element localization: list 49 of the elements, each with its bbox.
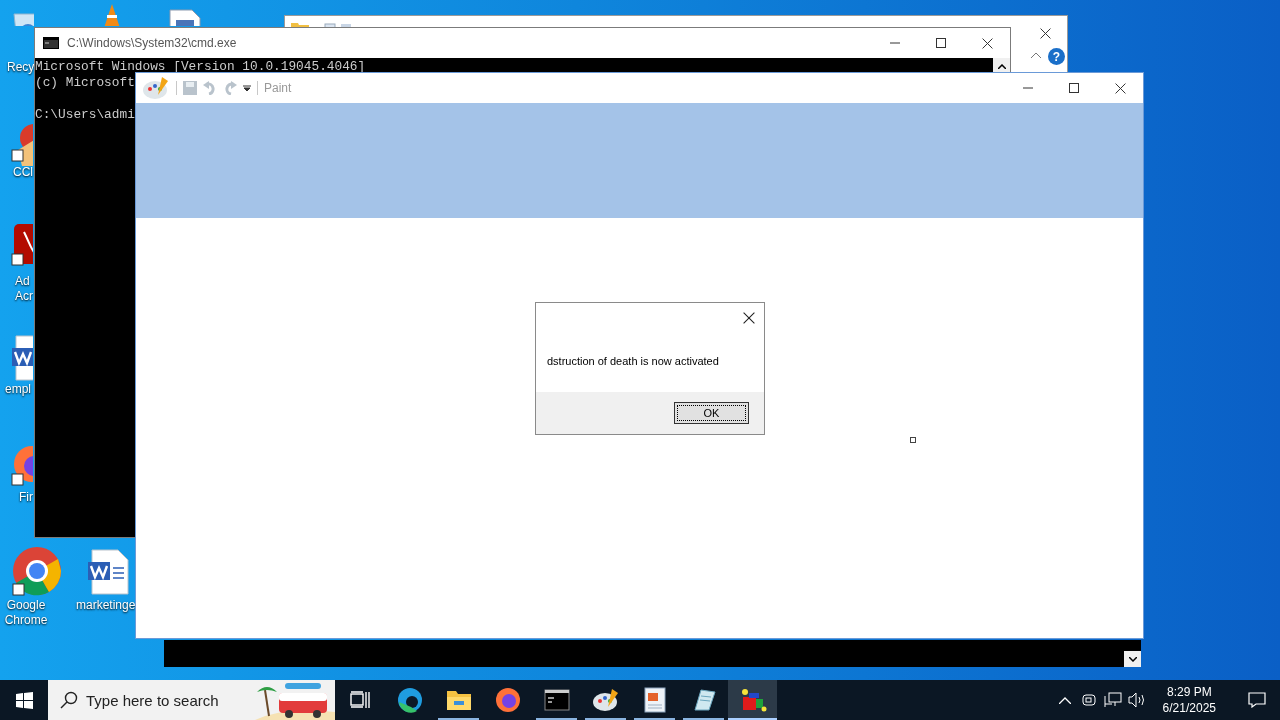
icon-label: CCl bbox=[13, 165, 33, 180]
close-glyph bbox=[1040, 28, 1051, 39]
close-icon bbox=[743, 312, 755, 324]
icon-label: Chrome bbox=[3, 613, 49, 628]
pdf-app-icon[interactable] bbox=[10, 224, 33, 268]
icon-label: marketinge bbox=[76, 598, 136, 613]
icon-label: Ad bbox=[15, 274, 31, 289]
ok-button[interactable]: OK bbox=[674, 402, 749, 424]
icon-label: Google bbox=[5, 598, 47, 613]
console-line: (c) Microsoft bbox=[35, 75, 135, 91]
maximize-icon bbox=[1069, 83, 1079, 93]
help-button[interactable]: ? bbox=[1048, 48, 1065, 65]
close-icon bbox=[1114, 82, 1126, 94]
document-icon bbox=[643, 687, 666, 713]
firefox-icon bbox=[494, 687, 521, 713]
search-icon bbox=[60, 691, 78, 709]
edge-icon bbox=[396, 687, 423, 713]
palette-icon bbox=[591, 687, 620, 713]
icon-label: Fir bbox=[19, 490, 33, 505]
caret-down-icon bbox=[1128, 656, 1137, 662]
resize-handle[interactable] bbox=[910, 437, 916, 443]
palette-icon bbox=[142, 75, 170, 101]
chrome-icon[interactable] bbox=[12, 546, 62, 596]
icon-label: Acr bbox=[15, 289, 33, 304]
window-title: C:\Windows\System32\cmd.exe bbox=[67, 36, 237, 50]
scroll-down-button[interactable] bbox=[1124, 651, 1141, 667]
icon-label: Recy bbox=[7, 60, 35, 75]
dropdown-icon[interactable] bbox=[243, 84, 251, 92]
window-title: Paint bbox=[264, 81, 292, 95]
clock[interactable]: 8:29 PM 6/21/2025 bbox=[1154, 684, 1224, 716]
dialog-message: dstruction of death is now activated bbox=[547, 355, 719, 367]
word-document-icon[interactable] bbox=[10, 334, 33, 382]
icon-label: empl bbox=[5, 382, 31, 397]
notification-icon bbox=[1248, 692, 1266, 708]
console-icon bbox=[43, 37, 59, 49]
windows-logo-icon bbox=[15, 691, 33, 709]
console-line: C:\Users\admi bbox=[35, 107, 135, 123]
caret-up-icon bbox=[997, 63, 1006, 69]
word-document-icon[interactable] bbox=[86, 548, 130, 596]
task-view-icon bbox=[350, 691, 370, 709]
taskbar-app-button[interactable] bbox=[728, 680, 777, 720]
chevron-up-icon[interactable] bbox=[1031, 52, 1041, 58]
console-icon bbox=[543, 689, 570, 711]
maximize-icon bbox=[936, 38, 946, 48]
close-icon bbox=[981, 37, 993, 49]
document-icon[interactable] bbox=[168, 8, 202, 26]
console-line: Microsoft Windows [Version 10.0.19045.4046] bbox=[35, 59, 366, 75]
folder-icon bbox=[445, 689, 472, 711]
search-field[interactable]: Type here to search bbox=[48, 680, 335, 720]
